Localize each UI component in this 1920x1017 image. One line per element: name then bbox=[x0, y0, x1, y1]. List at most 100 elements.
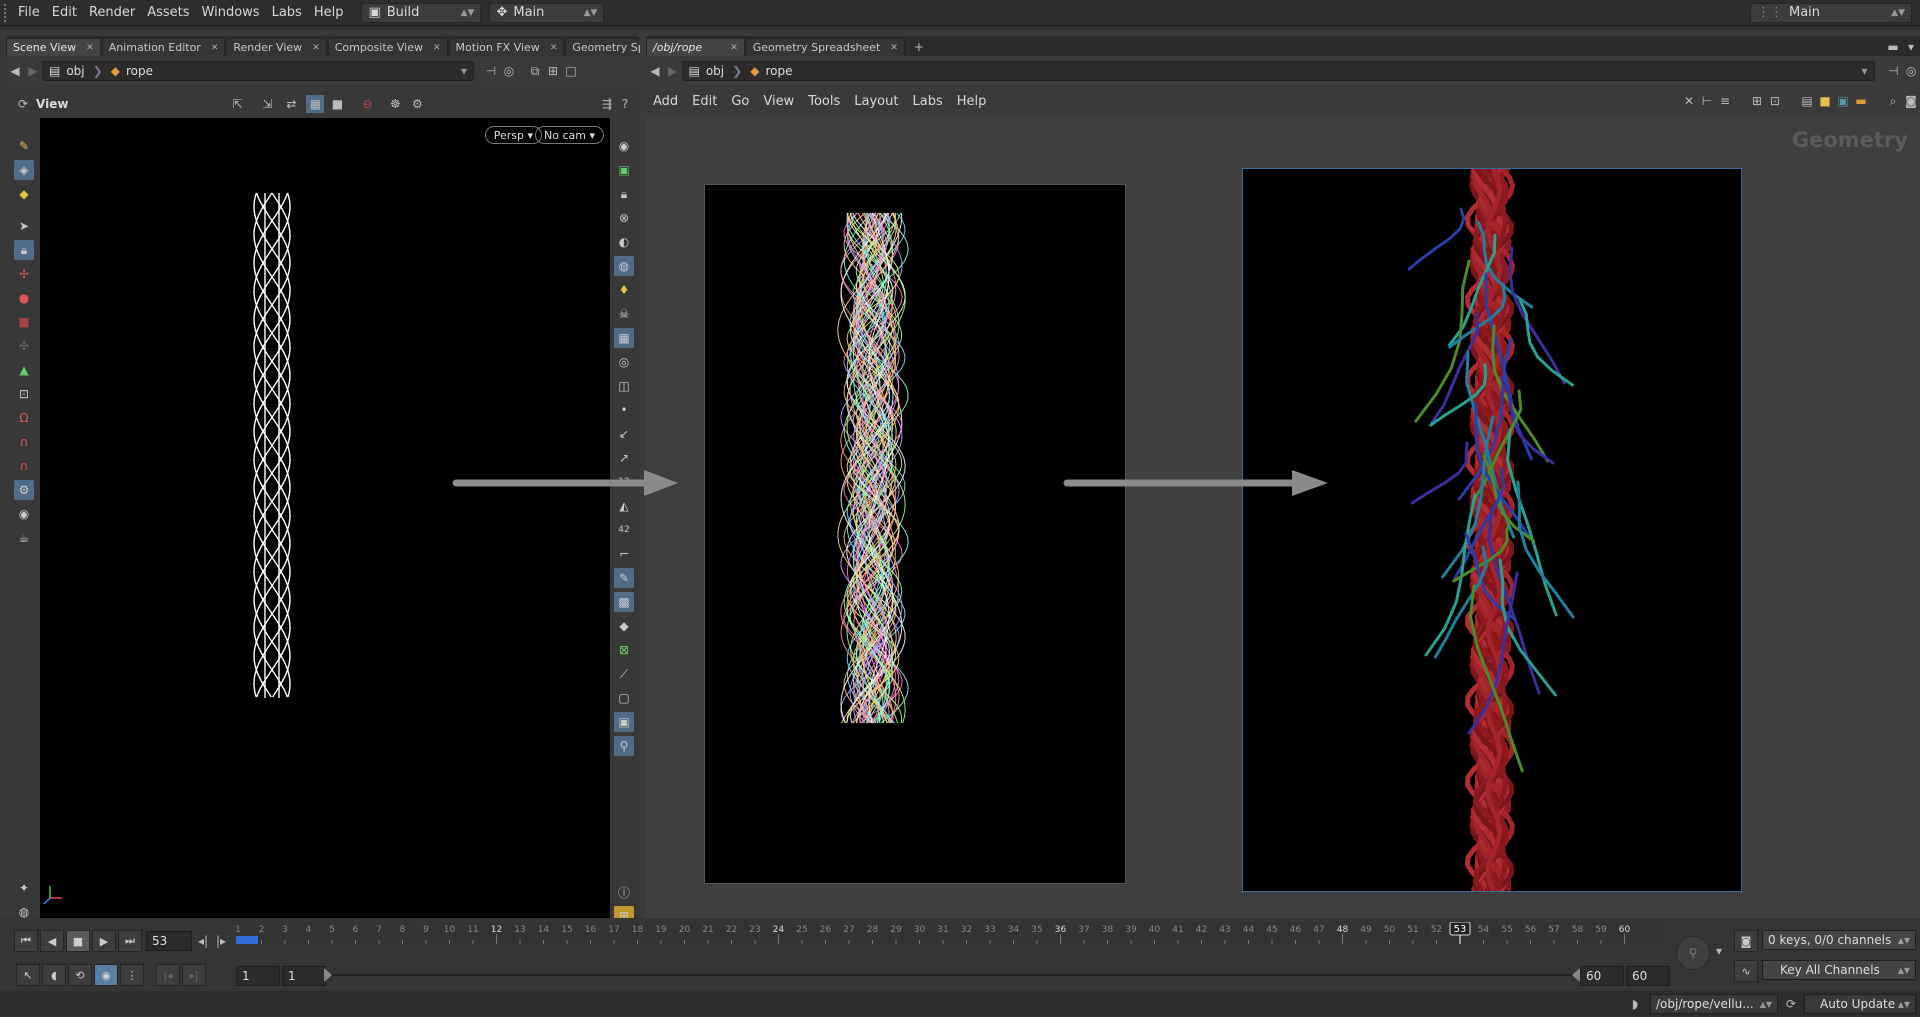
chevron-down-icon[interactable]: ▾ bbox=[461, 64, 467, 78]
step-back-icon[interactable]: ◂| bbox=[194, 932, 212, 950]
range-slider[interactable] bbox=[328, 974, 1576, 976]
select-groups-icon[interactable]: ⇄ bbox=[282, 95, 300, 113]
tab-scene-view[interactable]: Scene View ✕ bbox=[6, 38, 101, 56]
close-icon[interactable]: ✕ bbox=[890, 43, 898, 53]
close-icon[interactable]: ✕ bbox=[550, 43, 558, 53]
context-select[interactable]: ✥ Main ▲▼ bbox=[489, 2, 605, 23]
scale-icon[interactable]: ■ bbox=[14, 312, 34, 332]
menu-help[interactable]: Help bbox=[308, 5, 350, 20]
teapot-icon[interactable]: ☕︎ bbox=[14, 528, 34, 548]
menu-assets[interactable]: Assets bbox=[141, 5, 195, 20]
refresh-icon[interactable]: ⟳ bbox=[1782, 995, 1800, 1013]
path-root[interactable]: obj bbox=[66, 64, 84, 78]
select-edges-icon[interactable]: ⇲ bbox=[258, 95, 276, 113]
skull-icon[interactable]: ☠︎ bbox=[614, 304, 634, 324]
uv-icon[interactable]: ⌐ bbox=[614, 544, 634, 564]
back-icon[interactable]: ◀ bbox=[646, 62, 664, 80]
scene-viewport[interactable]: Persp ▾ No cam ▾ bbox=[40, 118, 610, 918]
wrench-icon[interactable]: ✕ bbox=[1680, 92, 1698, 110]
chat-icon[interactable]: ◗ bbox=[1626, 995, 1644, 1013]
tab-motion-fx-view[interactable]: Motion FX View ✕ bbox=[448, 38, 565, 56]
light-icon[interactable]: ✦ bbox=[14, 878, 34, 898]
lock-icon[interactable]: 🔒︎ bbox=[14, 240, 34, 260]
net-menu-layout[interactable]: Layout bbox=[847, 94, 905, 109]
settings-icon[interactable]: ⚙ bbox=[408, 95, 426, 113]
transform-icon[interactable]: ✢ bbox=[14, 264, 34, 284]
select-mode-icon[interactable]: ▦ bbox=[306, 95, 325, 113]
add-tab-icon[interactable]: + bbox=[910, 38, 928, 56]
stop-icon[interactable]: ■ bbox=[66, 930, 90, 952]
keys-channels-button[interactable]: 0 keys, 0/0 channels ▲▼ bbox=[1762, 930, 1916, 950]
tab-render-view[interactable]: Render View ✕ bbox=[226, 38, 327, 56]
range-start-icon[interactable]: |◂ bbox=[156, 964, 180, 986]
close-icon[interactable]: ✕ bbox=[211, 43, 219, 53]
bg-image-icon[interactable]: ▣ bbox=[614, 712, 634, 732]
wire-icon[interactable]: ⊠ bbox=[614, 640, 634, 660]
menu-edit[interactable]: Edit bbox=[46, 5, 83, 20]
snap-options-icon[interactable]: ⚙ bbox=[14, 480, 34, 500]
list-icon[interactable]: ≡ bbox=[1716, 92, 1734, 110]
frame-icon[interactable]: ▢ bbox=[614, 688, 634, 708]
xray-icon[interactable]: ⊗ bbox=[614, 208, 634, 228]
close-icon[interactable]: ✕ bbox=[433, 43, 441, 53]
close-icon[interactable]: ✕ bbox=[730, 43, 738, 53]
fill-icon[interactable]: ◈ bbox=[14, 160, 34, 180]
menu-windows[interactable]: Windows bbox=[196, 5, 266, 20]
update-mode-select[interactable]: Auto Update ▲▼ bbox=[1804, 994, 1916, 1014]
pin-marker-icon[interactable]: ⚲ bbox=[614, 736, 634, 756]
loop-icon[interactable]: ⟲ bbox=[68, 964, 92, 986]
play-reverse-icon[interactable]: ◀ bbox=[40, 930, 64, 952]
snap-point-icon[interactable]: ∩ bbox=[14, 432, 34, 452]
number-icon[interactable]: 12 bbox=[614, 472, 634, 492]
pane-icon[interactable]: ▬ bbox=[1884, 38, 1902, 56]
grid-icon[interactable]: ⊞ bbox=[1748, 92, 1766, 110]
layout-icon[interactable]: ⧉ bbox=[526, 62, 544, 80]
display-icon[interactable]: ⊞ bbox=[544, 62, 562, 80]
tab-animation-editor[interactable]: Animation Editor ✕ bbox=[101, 38, 226, 56]
net-menu-tools[interactable]: Tools bbox=[801, 94, 847, 109]
realtime-icon[interactable]: ↖ bbox=[16, 964, 40, 986]
desktop-select[interactable]: ▣ Build ▲▼ bbox=[361, 2, 482, 23]
camera-icon[interactable]: ◉ bbox=[14, 504, 34, 524]
prim-num-icon[interactable]: 42 bbox=[614, 520, 634, 540]
path-node[interactable]: rope bbox=[765, 64, 792, 78]
net-menu-go[interactable]: Go bbox=[724, 94, 756, 109]
lock-icon[interactable]: 🔒︎ bbox=[614, 184, 634, 204]
start-frame-field-2[interactable]: 1 bbox=[282, 966, 326, 986]
sticky-note-icon[interactable]: ■ bbox=[1816, 92, 1834, 110]
range-end-handle[interactable] bbox=[1572, 968, 1580, 982]
prim-icon[interactable]: ◭ bbox=[614, 496, 634, 516]
net-menu-help[interactable]: Help bbox=[950, 94, 994, 109]
path-field[interactable]: ▤ obj ❯ ◆ rope ▾ bbox=[42, 61, 474, 81]
net-menu-labs[interactable]: Labs bbox=[905, 94, 949, 109]
link-icon[interactable]: ◎ bbox=[500, 62, 518, 80]
path-field[interactable]: ▤ obj ❯ ◆ rope ▾ bbox=[681, 61, 1875, 81]
audio-icon[interactable]: ◖ bbox=[42, 964, 66, 986]
range-start-handle[interactable] bbox=[324, 968, 332, 982]
info-icon[interactable]: ⓘ bbox=[614, 882, 634, 902]
paint-display-icon[interactable]: ✎ bbox=[614, 568, 634, 588]
maximize-icon[interactable]: □ bbox=[562, 62, 580, 80]
vector-icon[interactable]: ↗ bbox=[614, 448, 634, 468]
close-icon[interactable]: ✕ bbox=[312, 43, 320, 53]
current-frame-field[interactable]: 53 bbox=[146, 931, 192, 951]
right-desktop-select[interactable]: ⋮⋮ Main ▲▼ bbox=[1750, 2, 1912, 23]
menu-file[interactable]: File bbox=[12, 5, 46, 20]
channel-icon[interactable]: ◙ bbox=[1734, 930, 1758, 952]
frame-ruler[interactable]: 1 2 3 4 5 6 7 8 9 10 11 12 13 14 15 16 17 18 19 20 21 22 23 24 2… bbox=[236, 922, 1666, 944]
view-tool-icon[interactable]: ⟳ bbox=[14, 95, 32, 113]
forward-icon[interactable]: ▶ bbox=[24, 62, 42, 80]
cube-icon[interactable]: ◆ bbox=[614, 616, 634, 636]
grid-dots-icon[interactable]: ⊡ bbox=[1766, 92, 1784, 110]
path-root[interactable]: obj bbox=[706, 64, 724, 78]
keys-icon[interactable]: ⋮ bbox=[120, 964, 144, 986]
pose-icon[interactable]: ✣ bbox=[14, 336, 34, 356]
search-icon[interactable]: ⌕ bbox=[1884, 92, 1902, 110]
magnet-icon[interactable]: ∩ bbox=[14, 456, 34, 476]
back-icon[interactable]: ◀ bbox=[6, 62, 24, 80]
net-menu-view[interactable]: View bbox=[756, 94, 801, 109]
first-frame-icon[interactable]: ⏮ bbox=[14, 930, 38, 952]
normal-icon[interactable]: ↙ bbox=[614, 424, 634, 444]
range-end-icon[interactable]: ▸| bbox=[182, 964, 206, 986]
curve-icon[interactable]: ∿ bbox=[1734, 960, 1758, 982]
